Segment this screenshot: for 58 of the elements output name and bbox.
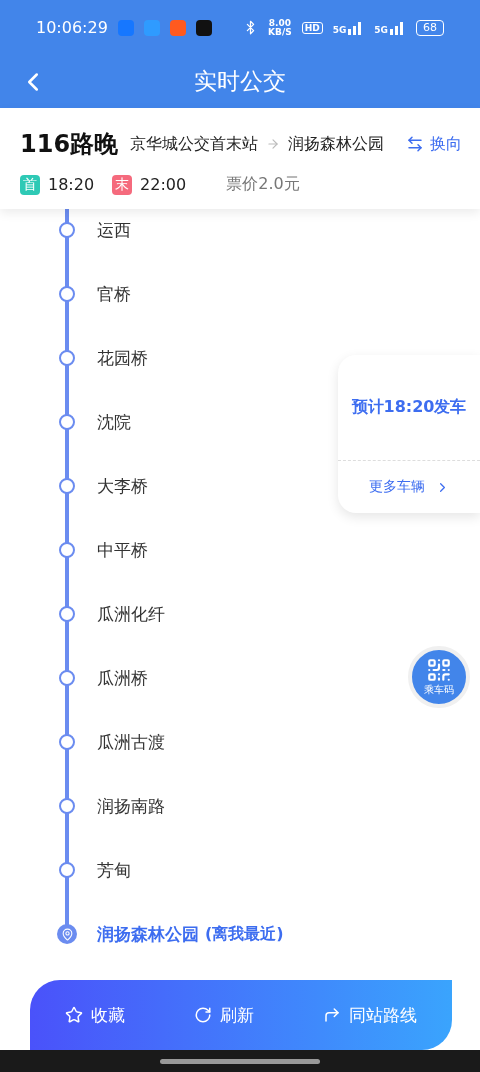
stop-dot — [59, 414, 75, 430]
stop-dot — [59, 798, 75, 814]
network-label: 5G — [374, 25, 388, 35]
destination-stop: 润扬森林公园 — [288, 133, 385, 155]
stop-name[interactable]: 花园桥 — [97, 346, 148, 370]
page-title: 实时公交 — [194, 67, 286, 96]
stop-dot — [59, 542, 75, 558]
net-unit: KB/S — [268, 27, 292, 37]
arrow-right-icon — [266, 137, 281, 151]
action-button[interactable]: 刷新 — [188, 1002, 260, 1028]
location-pin-icon — [57, 924, 77, 944]
stop-name[interactable]: 官桥 — [97, 282, 131, 306]
departure-eta: 预计18:20发车 — [338, 355, 480, 461]
stop-dot — [59, 670, 75, 686]
last-bus-tag: 末 — [112, 174, 133, 195]
battery-level: 68 — [416, 19, 444, 36]
app-icon — [195, 19, 212, 36]
qr-code-icon — [426, 657, 452, 683]
stop-dot — [59, 862, 75, 878]
action-button[interactable]: 收藏 — [58, 1002, 131, 1028]
first-bus-tag: 首 — [20, 174, 40, 195]
stop-name[interactable]: 润扬南路 — [97, 794, 165, 818]
stop-name[interactable]: 瓜洲化纤 — [97, 602, 165, 626]
signal-icon — [390, 20, 406, 35]
home-handle[interactable] — [160, 1058, 320, 1064]
stop-dot — [59, 734, 75, 750]
stop-name[interactable]: 运西 — [97, 218, 131, 242]
fare-text: 票价2.0元 — [226, 174, 300, 195]
refresh-icon — [194, 1006, 212, 1024]
nearest-note: (离我最近) — [205, 923, 284, 945]
stop-dot — [59, 606, 75, 622]
app-icon — [169, 19, 186, 36]
stop-name[interactable]: 沈院 — [97, 410, 131, 434]
app-icon — [117, 19, 134, 36]
net-speed: 8.00 — [268, 18, 291, 28]
hd-badge: HD — [301, 21, 323, 34]
stop-dot — [59, 350, 75, 366]
stop-name[interactable]: 芳甸 — [97, 858, 131, 882]
stop-name[interactable]: 大李桥 — [97, 474, 148, 498]
swap-icon — [406, 135, 424, 153]
stop-dot — [59, 478, 75, 494]
switch-direction-button[interactable]: 换向 — [406, 133, 462, 155]
stop-name[interactable]: 中平桥 — [97, 538, 148, 562]
star-icon — [64, 1006, 83, 1024]
ride-code-button[interactable]: 乘车码 — [408, 646, 470, 708]
stop-dot — [59, 222, 75, 238]
first-bus-time: 18:20 — [48, 175, 95, 194]
route-name: 116路晚 — [20, 129, 119, 160]
stop-name[interactable]: 瓜洲古渡 — [97, 730, 165, 754]
status-time: 10:06:29 — [36, 18, 108, 37]
stop-name[interactable]: 瓜洲桥 — [97, 666, 148, 690]
stop-dot — [59, 286, 75, 302]
turn-arrow-icon — [323, 1006, 342, 1024]
origin-stop: 京华城公交首末站 — [130, 133, 259, 155]
stop-name[interactable]: 润扬森林公园 — [97, 922, 199, 946]
more-vehicles-link[interactable]: 更多车辆 — [338, 461, 480, 513]
last-bus-time: 22:00 — [140, 175, 187, 194]
network-label: 5G — [332, 25, 347, 35]
